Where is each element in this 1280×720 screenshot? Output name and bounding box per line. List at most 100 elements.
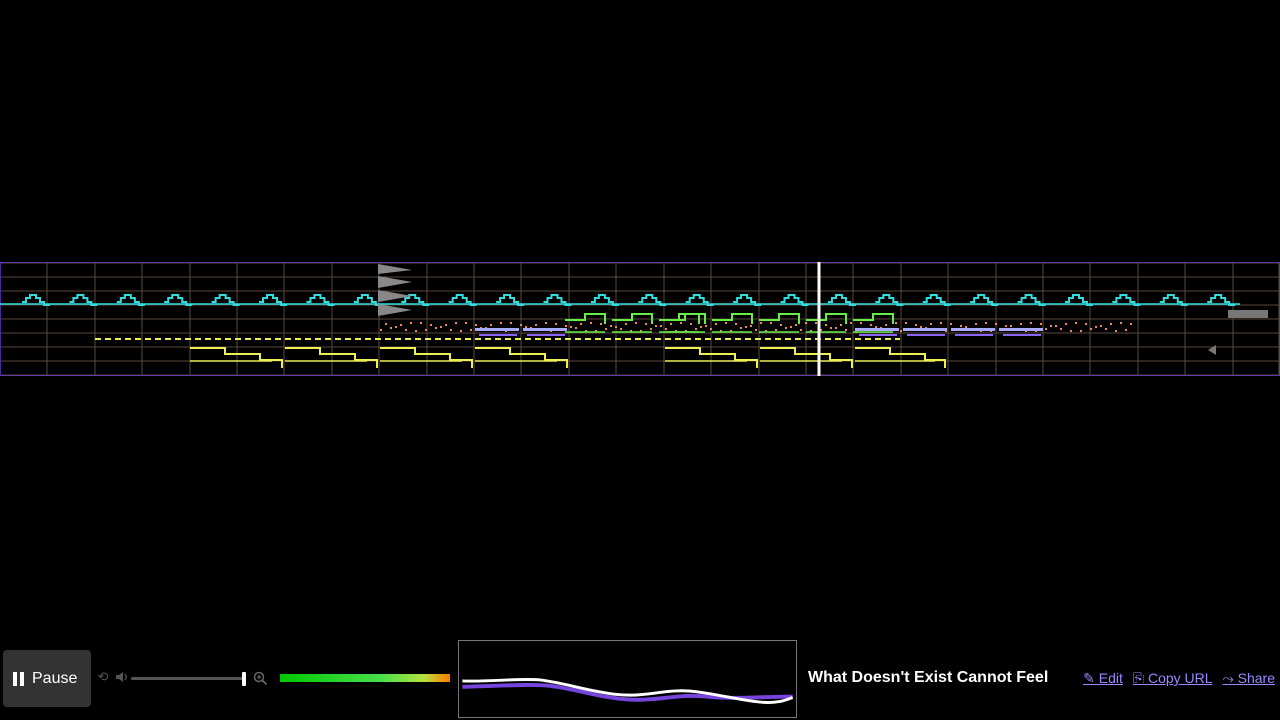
pause-button[interactable]: Pause [3, 650, 91, 707]
volume-slider[interactable] [131, 672, 248, 686]
note-orange [620, 328, 622, 330]
copy-url-link[interactable]: ⎘ Copy URL [1133, 670, 1213, 687]
note-orange [690, 323, 692, 325]
note-orange [405, 329, 407, 331]
note-orange [835, 327, 837, 329]
note-orange [380, 329, 382, 331]
note-orange [760, 322, 762, 324]
note-orange [965, 326, 967, 328]
note-orange [545, 322, 547, 324]
note-orange [1045, 328, 1047, 330]
note-orange [460, 330, 462, 332]
note-orange [740, 327, 742, 329]
note-orange [735, 323, 737, 325]
note-yellow [380, 347, 473, 368]
loop-icon[interactable]: ⟲ [96, 670, 110, 684]
note-orange [600, 323, 602, 325]
note-orange [1085, 323, 1087, 325]
note-orange [900, 330, 902, 332]
note-orange [1110, 323, 1112, 325]
note-orange [635, 322, 637, 324]
note-orange [915, 324, 917, 326]
note-orange [1125, 329, 1127, 331]
note-orange [1070, 330, 1072, 332]
note-orange [435, 327, 437, 329]
note-orange [390, 327, 392, 329]
note-orange [745, 326, 747, 328]
note-orange [840, 324, 842, 326]
zoom-icon[interactable] [252, 670, 268, 686]
note-orange [705, 325, 707, 327]
note-orange [535, 324, 537, 326]
note-orange [510, 322, 512, 324]
note-orange [410, 322, 412, 324]
note-orange [960, 325, 962, 327]
fx-marker [378, 264, 412, 316]
note-orange [605, 328, 607, 330]
note-orange [710, 328, 712, 330]
note-orange [415, 330, 417, 332]
note-orange [400, 324, 402, 326]
note-orange [1120, 322, 1122, 324]
pause-icon [13, 671, 24, 686]
note-orange [1030, 322, 1032, 324]
note-orange [1060, 328, 1062, 330]
note-orange [665, 328, 667, 330]
note-orange [1020, 323, 1022, 325]
note-orange [420, 322, 422, 324]
note-orange [875, 326, 877, 328]
note-orange [860, 322, 862, 324]
note-orange [645, 323, 647, 325]
note-orange [895, 322, 897, 324]
note-orange [700, 326, 702, 328]
note-orange [555, 323, 557, 325]
note-orange [580, 323, 582, 325]
note-lavender [951, 328, 995, 331]
note-orange [625, 323, 627, 325]
note-orange [770, 322, 772, 324]
pattern-editor-view[interactable] [0, 262, 1280, 376]
note-orange [1130, 323, 1132, 325]
note-orange [1105, 328, 1107, 330]
note-yellow [855, 347, 946, 368]
note-orange [395, 326, 397, 328]
note-orange [425, 329, 427, 331]
note-orange [610, 325, 612, 327]
note-lavender [475, 328, 519, 331]
note-orange [800, 329, 802, 331]
share-link[interactable]: ⤳ Share [1223, 670, 1275, 687]
output-level-meter [280, 674, 450, 682]
note-orange [385, 323, 387, 325]
note-orange [870, 324, 872, 326]
note-lavender [855, 328, 899, 331]
note-orange [1050, 325, 1052, 327]
note-orange [650, 328, 652, 330]
note-orange [780, 324, 782, 326]
note-orange [465, 322, 467, 324]
volume-icon[interactable] [115, 670, 129, 684]
note-orange [1040, 323, 1042, 325]
edit-link[interactable]: ✎ Edit [1083, 670, 1123, 687]
pause-label: Pause [32, 669, 78, 687]
note-orange [805, 322, 807, 324]
note-orange [670, 323, 672, 325]
note-orange [615, 326, 617, 328]
note-purple [859, 334, 897, 336]
note-orange [475, 324, 477, 326]
note-orange [575, 327, 577, 329]
song-timeline-preview[interactable] [458, 640, 797, 718]
note-orange [775, 329, 777, 331]
note-orange [680, 322, 682, 324]
note-orange [1010, 325, 1012, 327]
note-orange [725, 322, 727, 324]
note-orange [790, 326, 792, 328]
note-orange [850, 322, 852, 324]
note-orange [520, 324, 522, 326]
note-purple [907, 334, 945, 336]
note-lavender [903, 328, 947, 331]
note-orange [1075, 322, 1077, 324]
note-orange [1090, 328, 1092, 330]
note-orange [1100, 325, 1102, 327]
note-orange [490, 324, 492, 326]
volume-thumb[interactable] [242, 672, 246, 686]
